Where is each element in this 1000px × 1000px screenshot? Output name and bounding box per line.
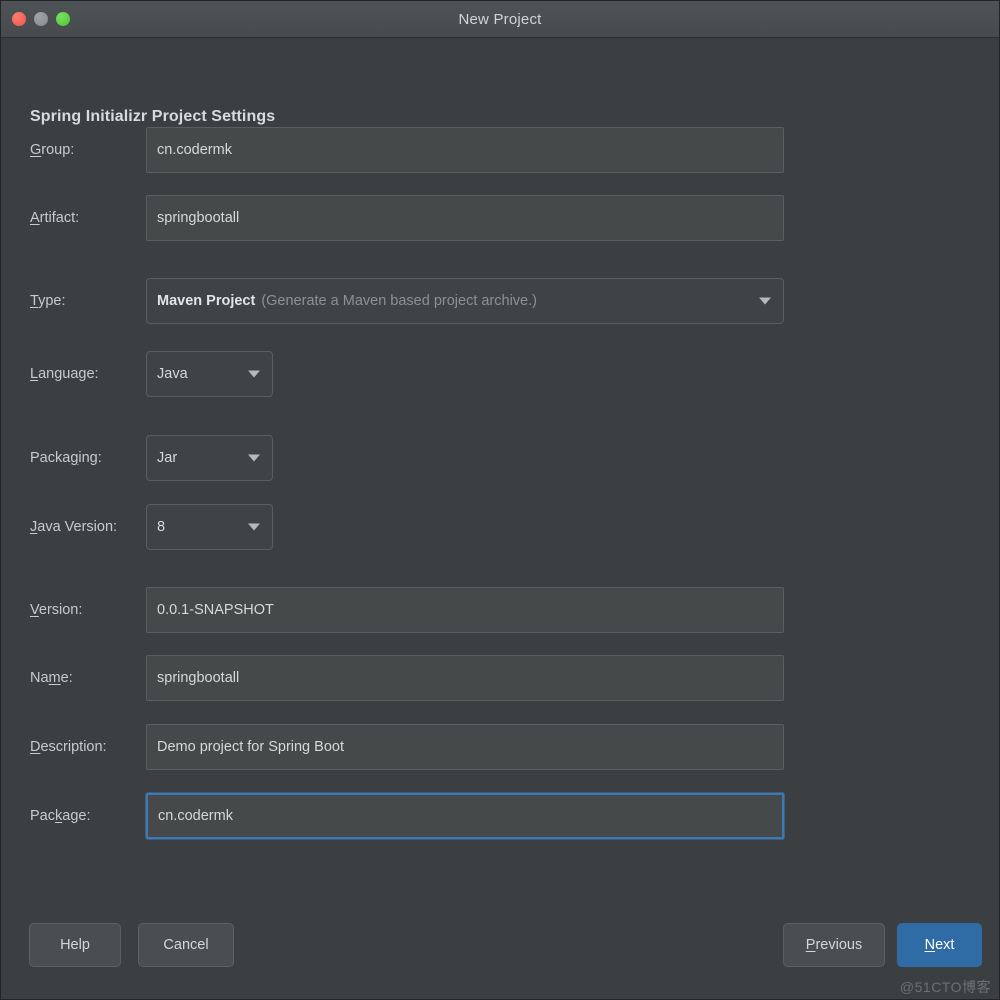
previous-button[interactable]: Previous xyxy=(783,923,885,967)
version-label: Version: xyxy=(30,602,83,618)
type-value: Maven Project xyxy=(157,293,256,309)
packaging-value: Jar xyxy=(157,450,178,466)
next-button[interactable]: Next xyxy=(897,923,982,967)
package-label: Package: xyxy=(30,808,91,824)
type-dropdown[interactable]: Maven Project (Generate a Maven based pr… xyxy=(146,278,784,324)
title-bar: New Project xyxy=(1,1,999,38)
form-row-artifact: Artifact: springbootall xyxy=(1,195,999,241)
name-label: Name: xyxy=(30,670,73,686)
maximize-window-button[interactable] xyxy=(56,12,70,26)
java-version-value: 8 xyxy=(157,519,166,535)
window-title: New Project xyxy=(458,10,542,28)
description-value: Demo project for Spring Boot xyxy=(157,739,344,755)
chevron-down-icon xyxy=(759,297,771,305)
version-input[interactable]: 0.0.1-SNAPSHOT xyxy=(146,587,784,633)
java-version-dropdown[interactable]: 8 xyxy=(146,504,273,550)
chevron-down-icon xyxy=(248,454,260,462)
type-label: Type: xyxy=(30,293,66,309)
close-window-button[interactable] xyxy=(12,12,26,26)
form-row-packaging: Packaging: Jar xyxy=(1,435,999,481)
language-value: Java xyxy=(157,366,188,382)
group-label: Group: xyxy=(30,142,75,158)
package-value: cn.codermk xyxy=(158,808,233,824)
help-button[interactable]: Help xyxy=(29,923,121,967)
packaging-label: Packaging: xyxy=(30,450,102,466)
packaging-dropdown[interactable]: Jar xyxy=(146,435,273,481)
name-value: springbootall xyxy=(157,670,240,686)
page-title: Spring Initializr Project Settings xyxy=(30,108,276,125)
java-version-label: Java Version: xyxy=(30,519,118,535)
chevron-down-icon xyxy=(248,523,260,531)
language-dropdown[interactable]: Java xyxy=(146,351,273,397)
form-row-language: Language: Java xyxy=(1,351,999,397)
description-input[interactable]: Demo project for Spring Boot xyxy=(146,724,784,770)
form-row-group: Group: cn.codermk xyxy=(1,127,999,173)
language-label: Language: xyxy=(30,366,99,382)
artifact-label: Artifact: xyxy=(30,210,80,226)
watermark: @51CTO博客 xyxy=(899,979,991,995)
form-row-name: Name: springbootall xyxy=(1,655,999,701)
group-input[interactable]: cn.codermk xyxy=(146,127,784,173)
description-label: Description: xyxy=(30,739,107,755)
name-input[interactable]: springbootall xyxy=(146,655,784,701)
window-controls xyxy=(12,12,70,26)
form-row-java-version: Java Version: 8 xyxy=(1,504,999,550)
package-input[interactable]: cn.codermk xyxy=(146,793,784,839)
artifact-value: springbootall xyxy=(157,210,240,226)
new-project-dialog: New Project Spring Initializr Project Se… xyxy=(0,0,1000,1000)
type-hint: (Generate a Maven based project archive.… xyxy=(261,293,537,309)
artifact-input[interactable]: springbootall xyxy=(146,195,784,241)
cancel-button[interactable]: Cancel xyxy=(138,923,234,967)
version-value: 0.0.1-SNAPSHOT xyxy=(157,602,274,618)
form-row-description: Description: Demo project for Spring Boo… xyxy=(1,724,999,770)
group-value: cn.codermk xyxy=(157,142,232,158)
form-row-type: Type: Maven Project (Generate a Maven ba… xyxy=(1,278,999,324)
form-row-package: Package: cn.codermk xyxy=(1,793,999,839)
dialog-body: Spring Initializr Project Settings Group… xyxy=(1,38,999,999)
chevron-down-icon xyxy=(248,370,260,378)
form-row-version: Version: 0.0.1-SNAPSHOT xyxy=(1,587,999,633)
minimize-window-button[interactable] xyxy=(34,12,48,26)
